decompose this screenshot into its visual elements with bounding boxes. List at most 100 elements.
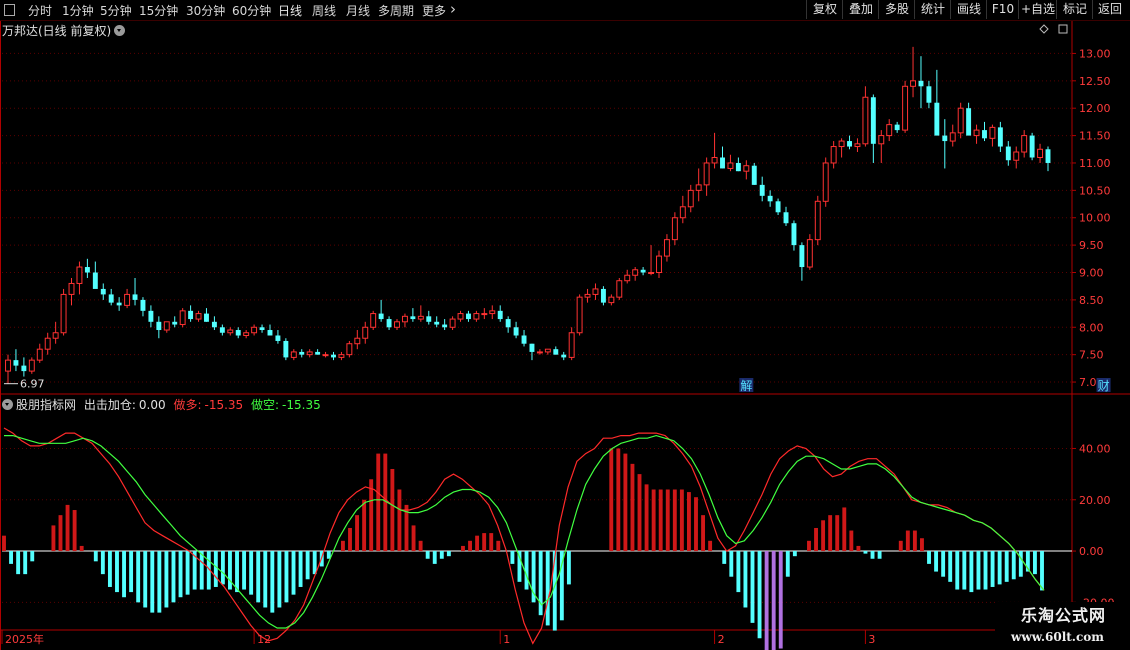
candle-body (179, 310, 186, 326)
indicator-bar (185, 551, 190, 595)
candle-body (624, 274, 631, 282)
chevron-down-icon[interactable] (2, 399, 13, 410)
candle-body (188, 310, 194, 320)
indicator-bar (305, 551, 310, 580)
period-tab-6[interactable]: 日线 (278, 2, 302, 19)
period-tab-1[interactable]: 1分钟 (62, 2, 94, 19)
indicator-bar (51, 525, 56, 552)
candle-body (966, 108, 972, 136)
indicator-bar (990, 551, 995, 587)
indicator-m1-value: 0.00 (138, 398, 166, 412)
toolbar-button-5[interactable]: F10 (986, 0, 1019, 19)
candle-body (417, 315, 424, 320)
indicator-bar (828, 515, 833, 552)
indicator-bar (729, 551, 734, 577)
candle-body (775, 201, 781, 213)
toolbar-button-6[interactable]: +自选 (1018, 0, 1057, 19)
indicator-title[interactable]: 股朋指标网 出击加仓: 0.00 做多: -15.35 做空: -15.35 (2, 396, 321, 413)
candle-body (886, 124, 893, 137)
candle-body (671, 217, 678, 241)
indicator-bar (122, 551, 126, 598)
indicator-bar (1004, 551, 1009, 582)
price-tick-label: 11.00 (1079, 157, 1111, 170)
candle-body (926, 86, 932, 103)
indicator-bar (623, 453, 628, 552)
toolbar-button-2[interactable]: 多股 (878, 0, 915, 19)
candle-body (497, 310, 503, 320)
indicator-bar (482, 533, 487, 552)
candle-body (751, 165, 757, 185)
candle-body (592, 288, 599, 295)
period-tab-10[interactable]: 更多 (422, 2, 446, 19)
period-tab-5[interactable]: 60分钟 (232, 2, 271, 19)
toolbar-button-3[interactable]: 统计 (914, 0, 951, 19)
candle-body (370, 313, 377, 328)
toolbar-button-1[interactable]: 叠加 (842, 0, 879, 19)
toolbar-button-7[interactable]: 标记 (1056, 0, 1093, 19)
indicator-bar (355, 515, 360, 552)
price-tick-label: 7.50 (1079, 349, 1104, 362)
period-tab-3[interactable]: 15分钟 (139, 2, 178, 19)
candle-body (44, 337, 51, 350)
indicator-bar (927, 551, 931, 564)
toolbar-button-0[interactable]: 复权 (806, 0, 843, 19)
candle-body (735, 162, 741, 172)
toolbar-button-4[interactable]: 画线 (950, 0, 987, 19)
period-tab-0[interactable]: 分时 (28, 2, 52, 19)
price-tick-label: 12.50 (1079, 75, 1111, 88)
candlestick-panel: 7.007.508.008.509.009.5010.0010.5011.001… (2, 24, 1111, 393)
stock-title[interactable]: 万邦达(日线 前复权) (2, 22, 126, 39)
indicator-bar (821, 520, 826, 552)
candle-body (434, 321, 440, 325)
indicator-bar (757, 551, 762, 639)
indicator-bar (969, 551, 974, 593)
candle-body (902, 85, 909, 131)
toolbar-button-8[interactable]: 返回 (1092, 0, 1127, 19)
period-tab-8[interactable]: 月线 (346, 2, 370, 19)
period-tab-9[interactable]: 多周期 (378, 2, 414, 19)
indicator-bar (199, 551, 204, 590)
indicator-bar (263, 551, 268, 608)
candle-body (28, 359, 35, 372)
period-tab-4[interactable]: 30分钟 (186, 2, 225, 19)
candle-body (791, 223, 797, 246)
indicator-bar (446, 551, 451, 557)
indicator-bar (30, 551, 35, 562)
indicator-tick-label: 0.00 (1079, 545, 1104, 558)
x-axis: 2025年121234 (1, 630, 1106, 646)
indicator-bar (792, 551, 797, 557)
candle-body (283, 340, 289, 358)
candle-body (973, 129, 980, 137)
candle-body (949, 132, 956, 142)
indicator-bar (976, 551, 981, 590)
candle-body (92, 272, 98, 289)
chart-svg: 7.007.508.008.509.009.5010.0010.5011.001… (0, 19, 1130, 650)
candle-body (513, 327, 519, 336)
price-tick-label: 10.50 (1079, 184, 1111, 197)
chevron-down-icon[interactable] (114, 25, 126, 36)
period-tab-7[interactable]: 周线 (312, 2, 336, 19)
price-tick-label: 12.00 (1079, 102, 1111, 115)
indicator-panel: 40.0020.000.00-20.00 (2, 427, 1114, 650)
indicator-bar (362, 499, 367, 552)
layout-toggle-icon[interactable] (4, 4, 15, 16)
candle-body (36, 348, 43, 361)
indicator-bar (814, 527, 818, 552)
chevron-right-icon[interactable]: › (450, 0, 456, 18)
event-marker-jie: 解 (740, 379, 752, 393)
candle-body (561, 354, 567, 358)
indicator-bar (870, 551, 875, 559)
candle-body (1037, 148, 1044, 158)
indicator-bar (1018, 551, 1023, 577)
period-toolbar: 分时 1分钟 5分钟 15分钟 30分钟 60分钟 日线 周线 月线 多周期 更多 › 复权 叠加 多股 统计… (0, 0, 1130, 21)
diamond-icon (1039, 24, 1049, 34)
indicator-bar (171, 551, 176, 603)
period-tab-2[interactable]: 5分钟 (100, 2, 132, 19)
indicator-bar (475, 535, 480, 552)
indicator-bar (16, 551, 21, 575)
indicator-bar (630, 463, 635, 552)
candle-body (259, 327, 265, 331)
candle-body (830, 146, 837, 164)
indicator-bar (58, 515, 63, 552)
candle-body (219, 327, 225, 333)
